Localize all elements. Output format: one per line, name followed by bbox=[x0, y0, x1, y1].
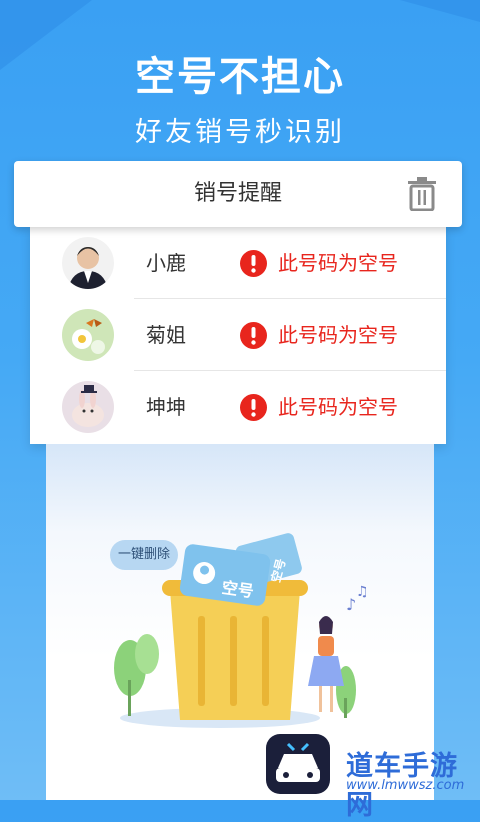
trash-icon[interactable] bbox=[407, 177, 437, 211]
warning-icon bbox=[240, 322, 267, 349]
list-item[interactable]: 菊姐 此号码为空号 bbox=[30, 299, 446, 371]
avatar bbox=[62, 237, 114, 289]
watermark-url: www.lmwwsz.com bbox=[346, 778, 465, 793]
status-text: 此号码为空号 bbox=[278, 251, 398, 275]
card-label: 空号 bbox=[220, 577, 255, 602]
svg-text:♪: ♪ bbox=[346, 595, 356, 614]
list-item[interactable]: 小鹿 此号码为空号 bbox=[30, 227, 446, 299]
headline: 空号不担心 bbox=[135, 54, 345, 100]
contact-name: 坤坤 bbox=[146, 395, 186, 419]
panel-header: 销号提醒 bbox=[14, 161, 462, 227]
warning-icon bbox=[240, 250, 267, 277]
contact-name: 小鹿 bbox=[146, 251, 186, 275]
contact-name: 菊姐 bbox=[146, 323, 186, 347]
subheadline: 好友销号秒识别 bbox=[135, 117, 345, 148]
status-text: 此号码为空号 bbox=[278, 323, 398, 347]
status-text: 此号码为空号 bbox=[278, 395, 398, 419]
watermark-logo bbox=[266, 734, 330, 794]
list-item[interactable]: 坤坤 此号码为空号 bbox=[30, 371, 446, 443]
warning-icon bbox=[240, 394, 267, 421]
delete-bubble: 一键删除 bbox=[110, 540, 178, 570]
avatar bbox=[62, 381, 114, 433]
svg-text:♫: ♫ bbox=[356, 584, 369, 600]
bubble-text: 一键删除 bbox=[117, 547, 170, 562]
avatar bbox=[62, 309, 114, 361]
panel-title: 销号提醒 bbox=[193, 181, 282, 206]
